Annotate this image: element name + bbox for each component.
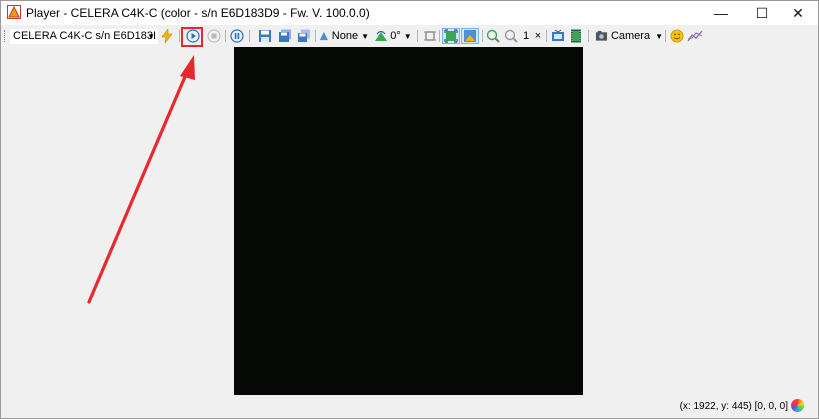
- snapshot-icon[interactable]: [550, 28, 566, 44]
- maximize-button[interactable]: ☐: [742, 1, 782, 25]
- toolbar-grip[interactable]: [4, 30, 7, 42]
- toolbar-separator: [665, 30, 666, 42]
- toolbar-separator: [225, 30, 226, 42]
- app-icon: [7, 5, 21, 19]
- image-canvas[interactable]: (x: 1922, y: 445) [0, 0, 0]: [1, 47, 818, 418]
- rotation-select-value: 0°: [390, 30, 401, 42]
- zoom-reset-button[interactable]: ×: [533, 28, 543, 44]
- toolbar-separator: [546, 30, 547, 42]
- crop-icon[interactable]: [422, 28, 438, 44]
- toolbar-separator: [315, 30, 316, 42]
- title-bar: Player - CELERA C4K-C (color - s/n E6D18…: [1, 1, 818, 25]
- camera-select[interactable]: CELERA C4K-C s/n E6D183I ▼: [10, 29, 158, 44]
- video-frame[interactable]: [234, 47, 583, 395]
- filter-select-value: None: [331, 30, 359, 42]
- toolbar-separator: [179, 30, 180, 42]
- connect-lightning-icon[interactable]: [159, 28, 175, 44]
- film-icon[interactable]: [568, 28, 584, 44]
- status-readout: (x: 1922, y: 445) [0, 0, 0]: [679, 401, 788, 412]
- toolbar-separator: [249, 30, 250, 42]
- toolbar-separator: [439, 30, 440, 42]
- rotation-select[interactable]: 0° ▼: [373, 28, 413, 44]
- rotate-icon: [375, 30, 388, 41]
- toolbar-separator: [482, 30, 483, 42]
- play-button-highlight: [181, 27, 203, 47]
- color-wheel-icon[interactable]: [791, 399, 804, 412]
- chevron-down-icon: ▼: [147, 32, 155, 41]
- graph-icon[interactable]: [687, 28, 703, 44]
- source-select-value: Camera: [610, 30, 651, 42]
- toolbar: CELERA C4K-C s/n E6D183I ▼ None ▼ 0° ▼ 1…: [1, 26, 818, 46]
- chevron-down-icon: ▼: [361, 31, 369, 41]
- player-window: Player - CELERA C4K-C (color - s/n E6D18…: [0, 0, 819, 419]
- filter-select[interactable]: None ▼: [319, 28, 369, 44]
- toolbar-separator: [417, 30, 418, 42]
- fit-to-window-button[interactable]: [442, 28, 460, 44]
- minimize-button[interactable]: —: [701, 1, 741, 25]
- close-button[interactable]: ✕: [778, 1, 818, 25]
- chevron-down-icon: ▼: [403, 31, 412, 41]
- chevron-down-icon: ▼: [655, 31, 663, 41]
- save-icon[interactable]: [257, 28, 273, 44]
- zoom-value: 1: [522, 30, 530, 42]
- pause-button[interactable]: [229, 28, 245, 44]
- zoom-out-icon[interactable]: [503, 28, 519, 44]
- save-all-icon[interactable]: [296, 28, 312, 44]
- overlay-toggle-button[interactable]: [461, 28, 479, 44]
- camera-icon: [595, 30, 608, 41]
- smiley-icon[interactable]: [669, 28, 685, 44]
- stop-button[interactable]: [206, 28, 222, 44]
- zoom-in-icon[interactable]: [485, 28, 501, 44]
- camera-select-value: CELERA C4K-C s/n E6D183I: [13, 30, 157, 42]
- save-sequence-icon[interactable]: [277, 28, 293, 44]
- source-select[interactable]: Camera ▼: [595, 28, 663, 44]
- window-title: Player - CELERA C4K-C (color - s/n E6D18…: [26, 6, 370, 20]
- triangle-filter-icon: [319, 31, 328, 41]
- toolbar-separator: [588, 30, 589, 42]
